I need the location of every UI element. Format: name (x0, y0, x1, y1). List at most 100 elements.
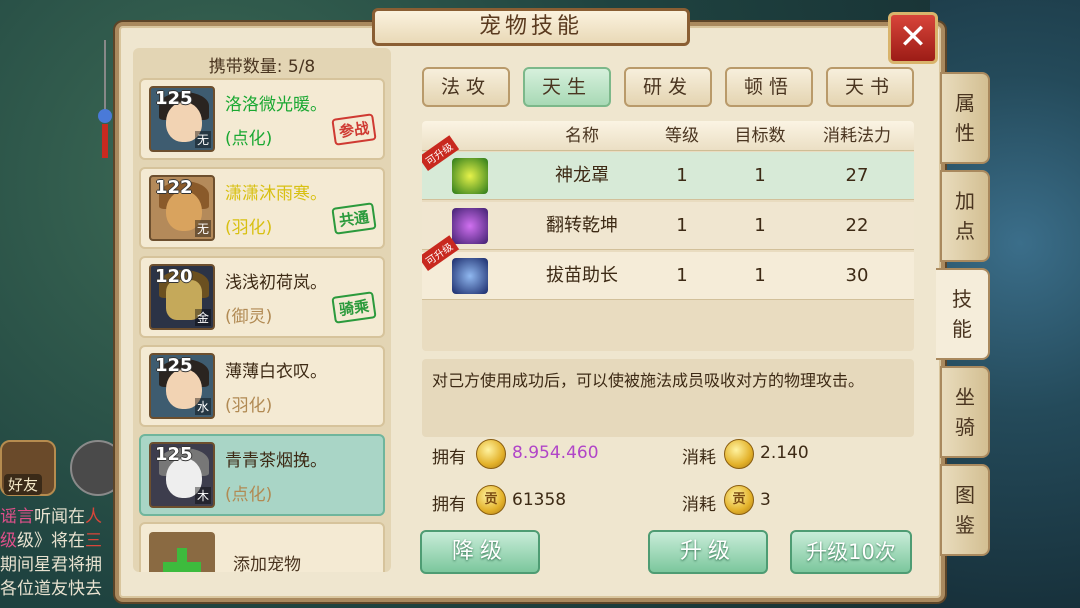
pet-type: (羽化) (225, 396, 273, 416)
header-level: 等级 (665, 126, 699, 146)
skill-tab[interactable]: 天书 (826, 67, 914, 107)
chat-line: 期间星君将拥 (0, 555, 102, 575)
pet-status-badge: 共通 (331, 202, 377, 235)
pet-avatar: 125 木 (149, 442, 215, 508)
pet-card[interactable]: 122 无潇潇沐雨寒。 (羽化) 共通 (139, 167, 385, 249)
cost-label: 消耗 (682, 448, 716, 468)
pet-type: (点化) (225, 129, 273, 149)
skill-level: 1 (676, 215, 688, 236)
pet-name: 洛洛微光暖。 (225, 95, 327, 115)
carry-count: 携带数量: 5/8 (133, 52, 391, 77)
pet-element: 无 (194, 131, 211, 148)
skill-cost: 27 (845, 165, 869, 186)
pet-avatar: 125 无 (149, 86, 215, 152)
pet-card[interactable]: 120 金浅浅初荷岚。 (御灵) 骑乘 (139, 256, 385, 338)
tassel-ornament-icon (98, 40, 112, 158)
pet-avatar: 120 金 (149, 264, 215, 330)
window-title: 宠物技能 (372, 8, 690, 46)
skill-tab[interactable]: 顿悟 (725, 67, 813, 107)
upgrade-button[interactable]: 升级 (648, 530, 768, 574)
cost-label: 消耗 (682, 495, 716, 515)
skill-row[interactable]: 翻转乾坤 1 1 22 (422, 202, 914, 250)
side-tab[interactable]: 坐骑 (940, 366, 990, 458)
skill-name: 神龙罩 (555, 165, 609, 186)
pet-level: 120 (155, 266, 193, 287)
downgrade-button[interactable]: 降级 (420, 530, 540, 574)
side-tab[interactable]: 图鉴 (940, 464, 990, 556)
pet-element: 无 (194, 220, 211, 237)
skill-cost: 22 (845, 215, 869, 236)
skill-targets: 1 (754, 215, 766, 236)
side-tab-label: 加点 (955, 189, 975, 243)
add-pet-button[interactable]: 添加宠物 (139, 522, 385, 572)
skill-tab[interactable]: 天生 (523, 67, 611, 107)
side-tab[interactable]: 加点 (940, 170, 990, 262)
pet-level: 125 (155, 444, 193, 465)
friend-label: 好友 (4, 474, 43, 495)
contribution-token-icon: 贡 (724, 485, 754, 515)
carry-value: 5/8 (287, 57, 316, 77)
skill-row[interactable]: 可升级 神龙罩 1 1 27 (422, 135, 914, 200)
pet-type: (点化) (225, 485, 273, 505)
skill-name: 翻转乾坤 (546, 215, 618, 236)
pet-element: 木 (194, 487, 211, 504)
skill-name: 拔苗助长 (546, 265, 618, 286)
side-tab-label: 技能 (952, 287, 972, 341)
add-pet-label: 添加宠物 (233, 555, 301, 572)
token-cost-value: 3 (760, 490, 771, 510)
crescent-blade-icon (452, 258, 488, 294)
header-name: 名称 (565, 126, 599, 146)
skill-panel: 法攻 天生 研发 顿悟 天书 名称 等级 目标数 消耗法力 可升级 神龙罩 1 1 27 翻转乾坤… (410, 55, 930, 585)
side-tab-label: 图鉴 (955, 483, 975, 537)
table-header: 名称 等级 目标数 消耗法力 (422, 121, 914, 151)
skill-level: 1 (676, 165, 688, 186)
dragon-shield-icon (452, 158, 488, 194)
pet-list-panel: 携带数量: 5/8 125 无洛洛微光暖。 (点化) 参战 122 无潇潇沐雨寒。 (羽化)… (133, 48, 391, 572)
skill-row[interactable]: 可升级 拔苗助长 1 1 30 (422, 235, 914, 300)
skill-description: 对己方使用成功后，可以使被施法成员吸收对方的物理攻击。 (422, 359, 914, 437)
pet-element: 水 (194, 398, 211, 415)
pet-name: 潇潇沐雨寒。 (225, 184, 327, 204)
chat-line: 各位道友快去 (0, 579, 102, 599)
pet-card[interactable]: 125 水薄薄白衣叹。 (羽化) (139, 345, 385, 427)
chat-tag: 谣言 (0, 507, 34, 527)
skill-tab[interactable]: 研发 (624, 67, 712, 107)
gold-own-value: 8.954.460 (512, 443, 599, 463)
pet-card[interactable]: 125 木青青茶烟挽。 (点化) (139, 434, 385, 516)
skill-targets: 1 (754, 265, 766, 286)
pet-name: 薄薄白衣叹。 (225, 362, 327, 382)
pet-status-badge: 骑乘 (331, 291, 377, 324)
header-targets: 目标数 (734, 126, 786, 146)
skill-tab[interactable]: 法攻 (422, 67, 510, 107)
pet-level: 122 (155, 177, 193, 198)
pet-card[interactable]: 125 无洛洛微光暖。 (点化) 参战 (139, 78, 385, 160)
chat-text: 听闻在 (34, 507, 85, 527)
pet-level: 125 (155, 355, 193, 376)
own-label: 拥有 (432, 448, 466, 468)
pet-avatar: 122 无 (149, 175, 215, 241)
own-label: 拥有 (432, 495, 466, 515)
side-tab-label: 坐骑 (955, 385, 975, 439)
gold-coin-icon (724, 439, 754, 469)
header-cost: 消耗法力 (823, 126, 891, 146)
skill-level: 1 (676, 265, 688, 286)
chat-line: 谣言听闻在人 (0, 505, 130, 529)
carry-label: 携带数量: (208, 57, 283, 77)
upgrade-10-button[interactable]: 升级10次 (790, 530, 912, 574)
side-tab-label: 属性 (955, 91, 975, 145)
chat-line: 级级》将在三 (0, 529, 130, 553)
chat-text: 级》将在 (17, 531, 85, 551)
contribution-token-icon: 贡 (476, 485, 506, 515)
gold-coin-icon (476, 439, 506, 469)
pet-type: (御灵) (225, 307, 273, 327)
chat-highlight: 三 (85, 531, 102, 551)
world-chat: 谣言听闻在人 级级》将在三 期间星君将拥 各位道友快去 (0, 505, 130, 608)
pet-level: 125 (155, 88, 193, 109)
side-tab[interactable]: 技能 (936, 268, 990, 360)
pet-avatar: 125 水 (149, 353, 215, 419)
swirl-vortex-icon (452, 208, 488, 244)
side-tab[interactable]: 属性 (940, 72, 990, 164)
pet-name: 浅浅初荷岚。 (225, 273, 327, 293)
skill-cost: 30 (845, 265, 869, 286)
chat-tag: 级 (0, 531, 17, 551)
